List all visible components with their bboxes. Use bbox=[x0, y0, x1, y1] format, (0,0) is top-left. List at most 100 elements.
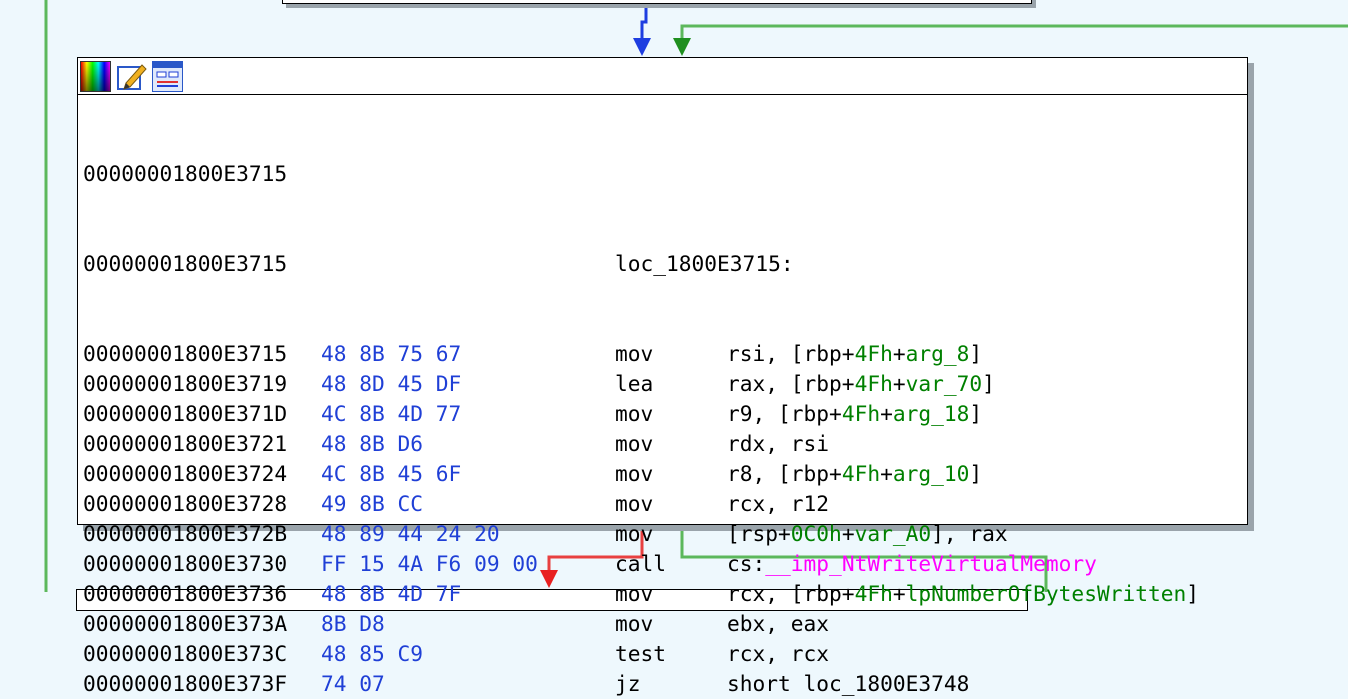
address: 00000001800E3721 bbox=[83, 431, 288, 456]
instruction-line[interactable]: 00000001800E3715 48 8B 75 67 mov rsi, [rbp+… bbox=[83, 339, 1247, 369]
previous-block[interactable] bbox=[282, 0, 1032, 4]
instruction-line[interactable]: 00000001800E3719 48 8D 45 DF lea rax, [rbp+… bbox=[83, 369, 1247, 399]
opcode-bytes: 48 8D 45 DF bbox=[321, 371, 462, 396]
disassembly-listing[interactable]: 00000001800E3715 00000001800E3715 loc_18… bbox=[78, 95, 1247, 699]
palette-icon[interactable] bbox=[80, 60, 111, 92]
operand-text: + bbox=[892, 581, 906, 606]
opcode-bytes: 48 89 44 24 20 bbox=[321, 521, 500, 546]
address: 00000001800E3736 bbox=[83, 581, 288, 606]
opcode-bytes: 48 85 C9 bbox=[321, 641, 424, 666]
operand-text: r8, [rbp+ bbox=[727, 461, 842, 486]
mnemonic[interactable]: mov bbox=[615, 609, 653, 639]
address: 00000001800E3715 bbox=[83, 251, 288, 276]
operands[interactable]: r8, [rbp+4Fh+arg_10] bbox=[727, 459, 982, 489]
operand-text[interactable]: 4Fh bbox=[855, 581, 893, 606]
mnemonic[interactable]: mov bbox=[615, 459, 653, 489]
operand-text: ] bbox=[1186, 581, 1200, 606]
symbol-reference[interactable]: lpNumberOfBytesWritten bbox=[906, 581, 1187, 606]
operand-text: ebx, eax bbox=[727, 611, 830, 636]
operand-text: + bbox=[880, 401, 893, 426]
operand-text: rcx, [rbp+ bbox=[727, 581, 855, 606]
mnemonic[interactable]: mov bbox=[615, 399, 653, 429]
operands[interactable]: rdx, rsi bbox=[727, 429, 829, 459]
operand-text: ] bbox=[969, 341, 983, 366]
operand-text: ] bbox=[969, 401, 983, 426]
address: 00000001800E373F bbox=[83, 671, 288, 696]
instruction-line[interactable]: 00000001800E3724 4C 8B 45 6F mov r8, [rbp+4… bbox=[83, 459, 1247, 489]
opcode-bytes: 48 8B 4D 7F bbox=[321, 581, 462, 606]
operands[interactable]: short loc_1800E3748 bbox=[727, 669, 969, 699]
address: 00000001800E3715 bbox=[83, 161, 288, 186]
block-titlebar bbox=[78, 58, 1247, 95]
operand-text: ] bbox=[969, 461, 983, 486]
mnemonic[interactable]: mov bbox=[615, 519, 653, 549]
instruction-line[interactable]: 00000001800E3736 48 8B 4D 7F mov rcx, [rbp+… bbox=[83, 579, 1247, 609]
operand-text: rsi, [rbp+ bbox=[727, 341, 855, 366]
instruction-line[interactable]: 00000001800E371D 4C 8B 4D 77 mov r9, [rbp+4… bbox=[83, 399, 1247, 429]
address: 00000001800E372B bbox=[83, 521, 288, 546]
instruction-line[interactable]: 00000001800E373F 74 07 jz short loc_1800E37… bbox=[83, 669, 1247, 699]
instruction-line[interactable]: 00000001800E373A 8B D8 mov ebx, eax bbox=[83, 609, 1247, 639]
operand-text: ], rax bbox=[931, 521, 1008, 546]
operands[interactable]: rax, [rbp+4Fh+var_70] bbox=[727, 369, 995, 399]
symbol-reference[interactable]: arg_8 bbox=[906, 341, 970, 366]
mnemonic[interactable]: mov bbox=[615, 579, 653, 609]
graph-overview-icon[interactable] bbox=[152, 60, 183, 92]
mnemonic[interactable]: test bbox=[615, 639, 666, 669]
operand-text: + bbox=[841, 521, 855, 546]
symbol-reference[interactable]: var_70 bbox=[906, 371, 983, 396]
opcode-bytes: FF 15 4A F6 09 00 bbox=[321, 551, 538, 576]
operand-text: short loc_1800E3748 bbox=[727, 671, 970, 696]
mnemonic[interactable]: jz bbox=[615, 669, 641, 699]
operand-text: + bbox=[880, 461, 893, 486]
address-line[interactable]: 00000001800E3715 bbox=[83, 159, 1247, 189]
address: 00000001800E3715 bbox=[83, 341, 288, 366]
address: 00000001800E3719 bbox=[83, 371, 288, 396]
mnemonic[interactable]: call bbox=[615, 549, 666, 579]
symbol-reference[interactable]: arg_10 bbox=[893, 461, 970, 486]
operand-text: rcx, rcx bbox=[727, 641, 830, 666]
mnemonic[interactable]: mov bbox=[615, 489, 653, 519]
symbol-reference[interactable]: var_A0 bbox=[855, 521, 932, 546]
label-line[interactable]: 00000001800E3715 loc_1800E3715: bbox=[83, 249, 1247, 279]
address: 00000001800E3730 bbox=[83, 551, 288, 576]
instruction-line[interactable]: 00000001800E3730 FF 15 4A F6 09 00 call cs:… bbox=[83, 549, 1247, 579]
arrow-in-blue bbox=[633, 38, 651, 56]
opcode-bytes: 4C 8B 4D 77 bbox=[321, 401, 462, 426]
operands[interactable]: rsi, [rbp+4Fh+arg_8] bbox=[727, 339, 982, 369]
operands[interactable]: rcx, [rbp+4Fh+lpNumberOfBytesWritten] bbox=[727, 579, 1199, 609]
operands[interactable]: [rsp+0C0h+var_A0], rax bbox=[727, 519, 1008, 549]
mnemonic[interactable]: mov bbox=[615, 429, 653, 459]
symbol-reference[interactable]: arg_18 bbox=[893, 401, 970, 426]
operand-text: rcx, r12 bbox=[727, 491, 830, 516]
operands[interactable]: rcx, r12 bbox=[727, 489, 829, 519]
operand-text[interactable]: 4Fh bbox=[855, 371, 893, 396]
code-block[interactable]: 00000001800E3715 00000001800E3715 loc_18… bbox=[77, 57, 1248, 696]
operand-text[interactable]: 4Fh bbox=[842, 461, 880, 486]
instruction-line[interactable]: 00000001800E373C 48 85 C9 test rcx, rcx bbox=[83, 639, 1247, 669]
opcode-bytes: 8B D8 bbox=[321, 611, 385, 636]
instruction-line[interactable]: 00000001800E3721 48 8B D6 mov rdx, rsi bbox=[83, 429, 1247, 459]
operand-text[interactable]: 4Fh bbox=[855, 341, 893, 366]
operand-text[interactable]: 0C0h bbox=[791, 521, 842, 546]
opcode-bytes: 49 8B CC bbox=[321, 491, 424, 516]
operands[interactable]: ebx, eax bbox=[727, 609, 829, 639]
edge-in-blue bbox=[640, 0, 648, 40]
operand-text: rax, [rbp+ bbox=[727, 371, 855, 396]
instruction-line[interactable]: 00000001800E3728 49 8B CC mov rcx, r12 bbox=[83, 489, 1247, 519]
instruction-line[interactable]: 00000001800E372B 48 89 44 24 20 mov [rsp+0C… bbox=[83, 519, 1247, 549]
operands[interactable]: r9, [rbp+4Fh+arg_18] bbox=[727, 399, 982, 429]
mnemonic[interactable]: lea bbox=[615, 369, 653, 399]
operands[interactable]: cs:__imp_NtWriteVirtualMemory bbox=[727, 549, 1097, 579]
arrow-in-green bbox=[673, 38, 691, 56]
operand-text: r9, [rbp+ bbox=[727, 401, 842, 426]
opcode-bytes: 48 8B 75 67 bbox=[321, 341, 462, 366]
mnemonic[interactable]: mov bbox=[615, 339, 653, 369]
import-symbol[interactable]: __imp_NtWriteVirtualMemory bbox=[765, 551, 1097, 576]
operand-text[interactable]: 4Fh bbox=[842, 401, 880, 426]
edit-icon[interactable] bbox=[116, 61, 147, 92]
opcode-bytes: 48 8B D6 bbox=[321, 431, 424, 456]
address: 00000001800E373C bbox=[83, 641, 288, 666]
location-label[interactable]: loc_1800E3715: bbox=[615, 249, 794, 279]
operands[interactable]: rcx, rcx bbox=[727, 639, 829, 669]
